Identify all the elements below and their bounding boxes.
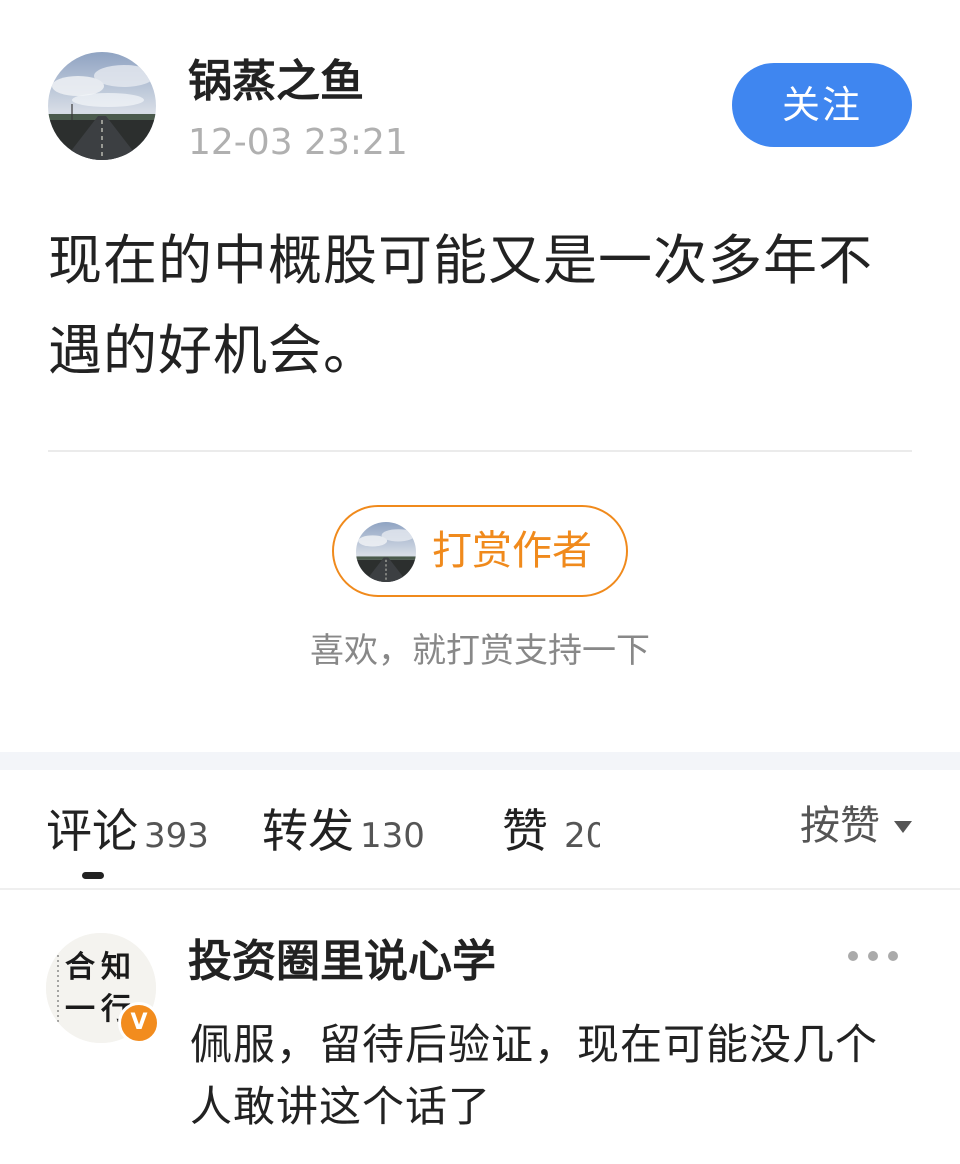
road-landscape-icon bbox=[48, 52, 156, 160]
more-dots-icon bbox=[848, 951, 858, 961]
tab-count: 130 bbox=[360, 816, 425, 856]
tab-count: 393 bbox=[144, 816, 209, 856]
reward-author-avatar bbox=[356, 522, 416, 582]
sort-dropdown[interactable]: 按赞 bbox=[800, 798, 912, 854]
more-options-button[interactable] bbox=[842, 938, 904, 974]
verified-badge: V bbox=[118, 1002, 160, 1044]
section-divider bbox=[0, 752, 960, 770]
reward-hint: 喜欢，就打赏支持一下 bbox=[310, 631, 650, 671]
author-name[interactable]: 锅蒸之鱼 bbox=[188, 52, 364, 112]
post-timestamp: 12-03 23:21 bbox=[188, 122, 408, 163]
tab-likes[interactable]: 赞 20 bbox=[502, 800, 600, 862]
reward-button-label: 打赏作者 bbox=[432, 528, 592, 574]
calligraphy-char: 一 bbox=[65, 992, 95, 1027]
tab-label: 评论 bbox=[46, 804, 138, 858]
content-divider bbox=[48, 450, 912, 452]
sort-label: 按赞 bbox=[800, 803, 880, 849]
tab-comments[interactable]: 评论 393 bbox=[46, 800, 209, 862]
caret-down-icon bbox=[894, 821, 912, 833]
author-avatar[interactable] bbox=[48, 52, 156, 160]
active-tab-indicator bbox=[82, 872, 104, 879]
post-content: 现在的中概股可能又是一次多年不遇的好机会。 bbox=[48, 229, 873, 382]
calligraphy-char: 合 bbox=[65, 950, 95, 985]
follow-button[interactable]: 关注 bbox=[732, 63, 912, 147]
tab-label: 转发 bbox=[262, 804, 354, 858]
more-dots-icon bbox=[888, 951, 898, 961]
comment-author-name[interactable]: 投资圈里说心学 bbox=[188, 932, 496, 992]
tab-label: 赞 bbox=[502, 804, 548, 858]
tab-count: 20 bbox=[564, 816, 600, 856]
comment-text: 佩服，留待后验证，现在可能没几个人敢讲这个话了 bbox=[190, 1020, 879, 1131]
more-dots-icon bbox=[868, 951, 878, 961]
tab-reposts[interactable]: 转发 130 bbox=[262, 800, 425, 862]
road-landscape-icon bbox=[356, 522, 416, 582]
reward-author-button[interactable]: 打赏作者 bbox=[332, 505, 628, 597]
tabs-divider bbox=[0, 888, 960, 890]
calligraphy-char: 知 bbox=[101, 950, 131, 985]
